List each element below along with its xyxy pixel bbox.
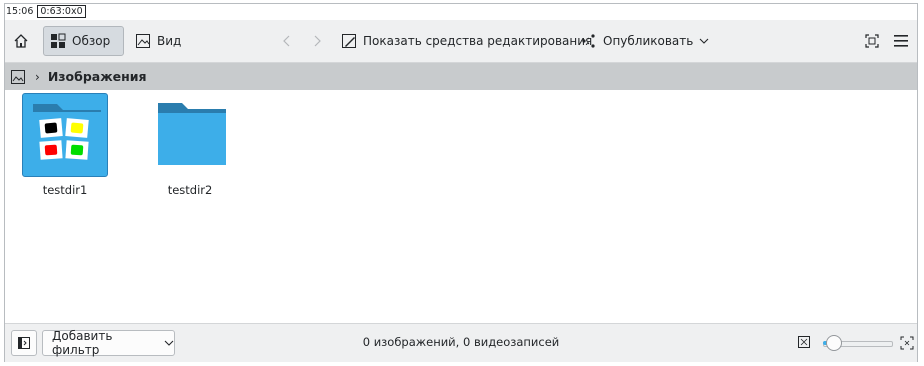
folder-icon bbox=[158, 103, 226, 165]
forward-button[interactable] bbox=[305, 26, 329, 56]
hamburger-menu-icon bbox=[893, 34, 909, 48]
folder-thumbnail bbox=[147, 93, 233, 177]
fullscreen-button[interactable] bbox=[859, 26, 885, 56]
thumbnail-view: testdir1 testdir2 bbox=[5, 90, 917, 323]
image-folder-icon[interactable] bbox=[11, 69, 25, 84]
home-icon bbox=[13, 33, 29, 49]
share-icon bbox=[581, 33, 597, 49]
folder-item-testdir1[interactable]: testdir1 bbox=[21, 93, 109, 197]
position-readout: 0:63:0x0 bbox=[37, 4, 86, 18]
chevron-right-icon: › bbox=[35, 69, 40, 84]
back-arrow-icon bbox=[281, 33, 293, 49]
edit-tools-label: Показать средства редактирования bbox=[363, 34, 593, 48]
back-button[interactable] bbox=[275, 26, 299, 56]
share-button[interactable]: Опубликовать bbox=[575, 26, 715, 56]
zoom-out-icon[interactable] bbox=[798, 336, 810, 348]
item-label: testdir2 bbox=[167, 183, 213, 197]
top-status-line: 15:06 0:63:0x0 bbox=[6, 4, 86, 18]
folder-with-images-icon bbox=[33, 104, 101, 166]
main-menu-button[interactable] bbox=[887, 26, 915, 56]
fullscreen-icon bbox=[865, 34, 879, 48]
folder-item-testdir2[interactable]: testdir2 bbox=[146, 93, 234, 197]
show-edit-tools-button[interactable]: Показать средства редактирования bbox=[335, 26, 598, 56]
main-toolbar: Обзор Вид Показать средства редактирован… bbox=[5, 20, 917, 63]
overview-grid-icon bbox=[50, 33, 66, 49]
chevron-down-icon bbox=[699, 36, 709, 46]
zoom-slider[interactable] bbox=[817, 335, 897, 351]
view-button[interactable]: Вид bbox=[129, 26, 187, 56]
home-button[interactable] bbox=[7, 26, 35, 56]
overview-button[interactable]: Обзор bbox=[43, 26, 124, 56]
forward-arrow-icon bbox=[311, 33, 323, 49]
overview-label: Обзор bbox=[72, 34, 111, 48]
zoom-slider-handle[interactable] bbox=[825, 335, 842, 351]
breadcrumb: › Изображения bbox=[5, 63, 917, 90]
zoom-in-icon[interactable] bbox=[900, 336, 914, 350]
item-label: testdir1 bbox=[42, 183, 88, 197]
breadcrumb-current[interactable]: Изображения bbox=[48, 69, 147, 84]
share-label: Опубликовать bbox=[603, 34, 694, 48]
edit-image-icon bbox=[341, 33, 357, 49]
media-count-summary: 0 изображений, 0 видеозаписей bbox=[362, 335, 560, 349]
clock-time: 15:06 bbox=[6, 5, 34, 17]
view-label: Вид bbox=[157, 34, 182, 48]
bottom-bar: Добавить фильтр 0 изображений, 0 видеоза… bbox=[5, 323, 917, 362]
image-view-icon bbox=[135, 33, 151, 49]
folder-thumbnail bbox=[22, 93, 108, 177]
